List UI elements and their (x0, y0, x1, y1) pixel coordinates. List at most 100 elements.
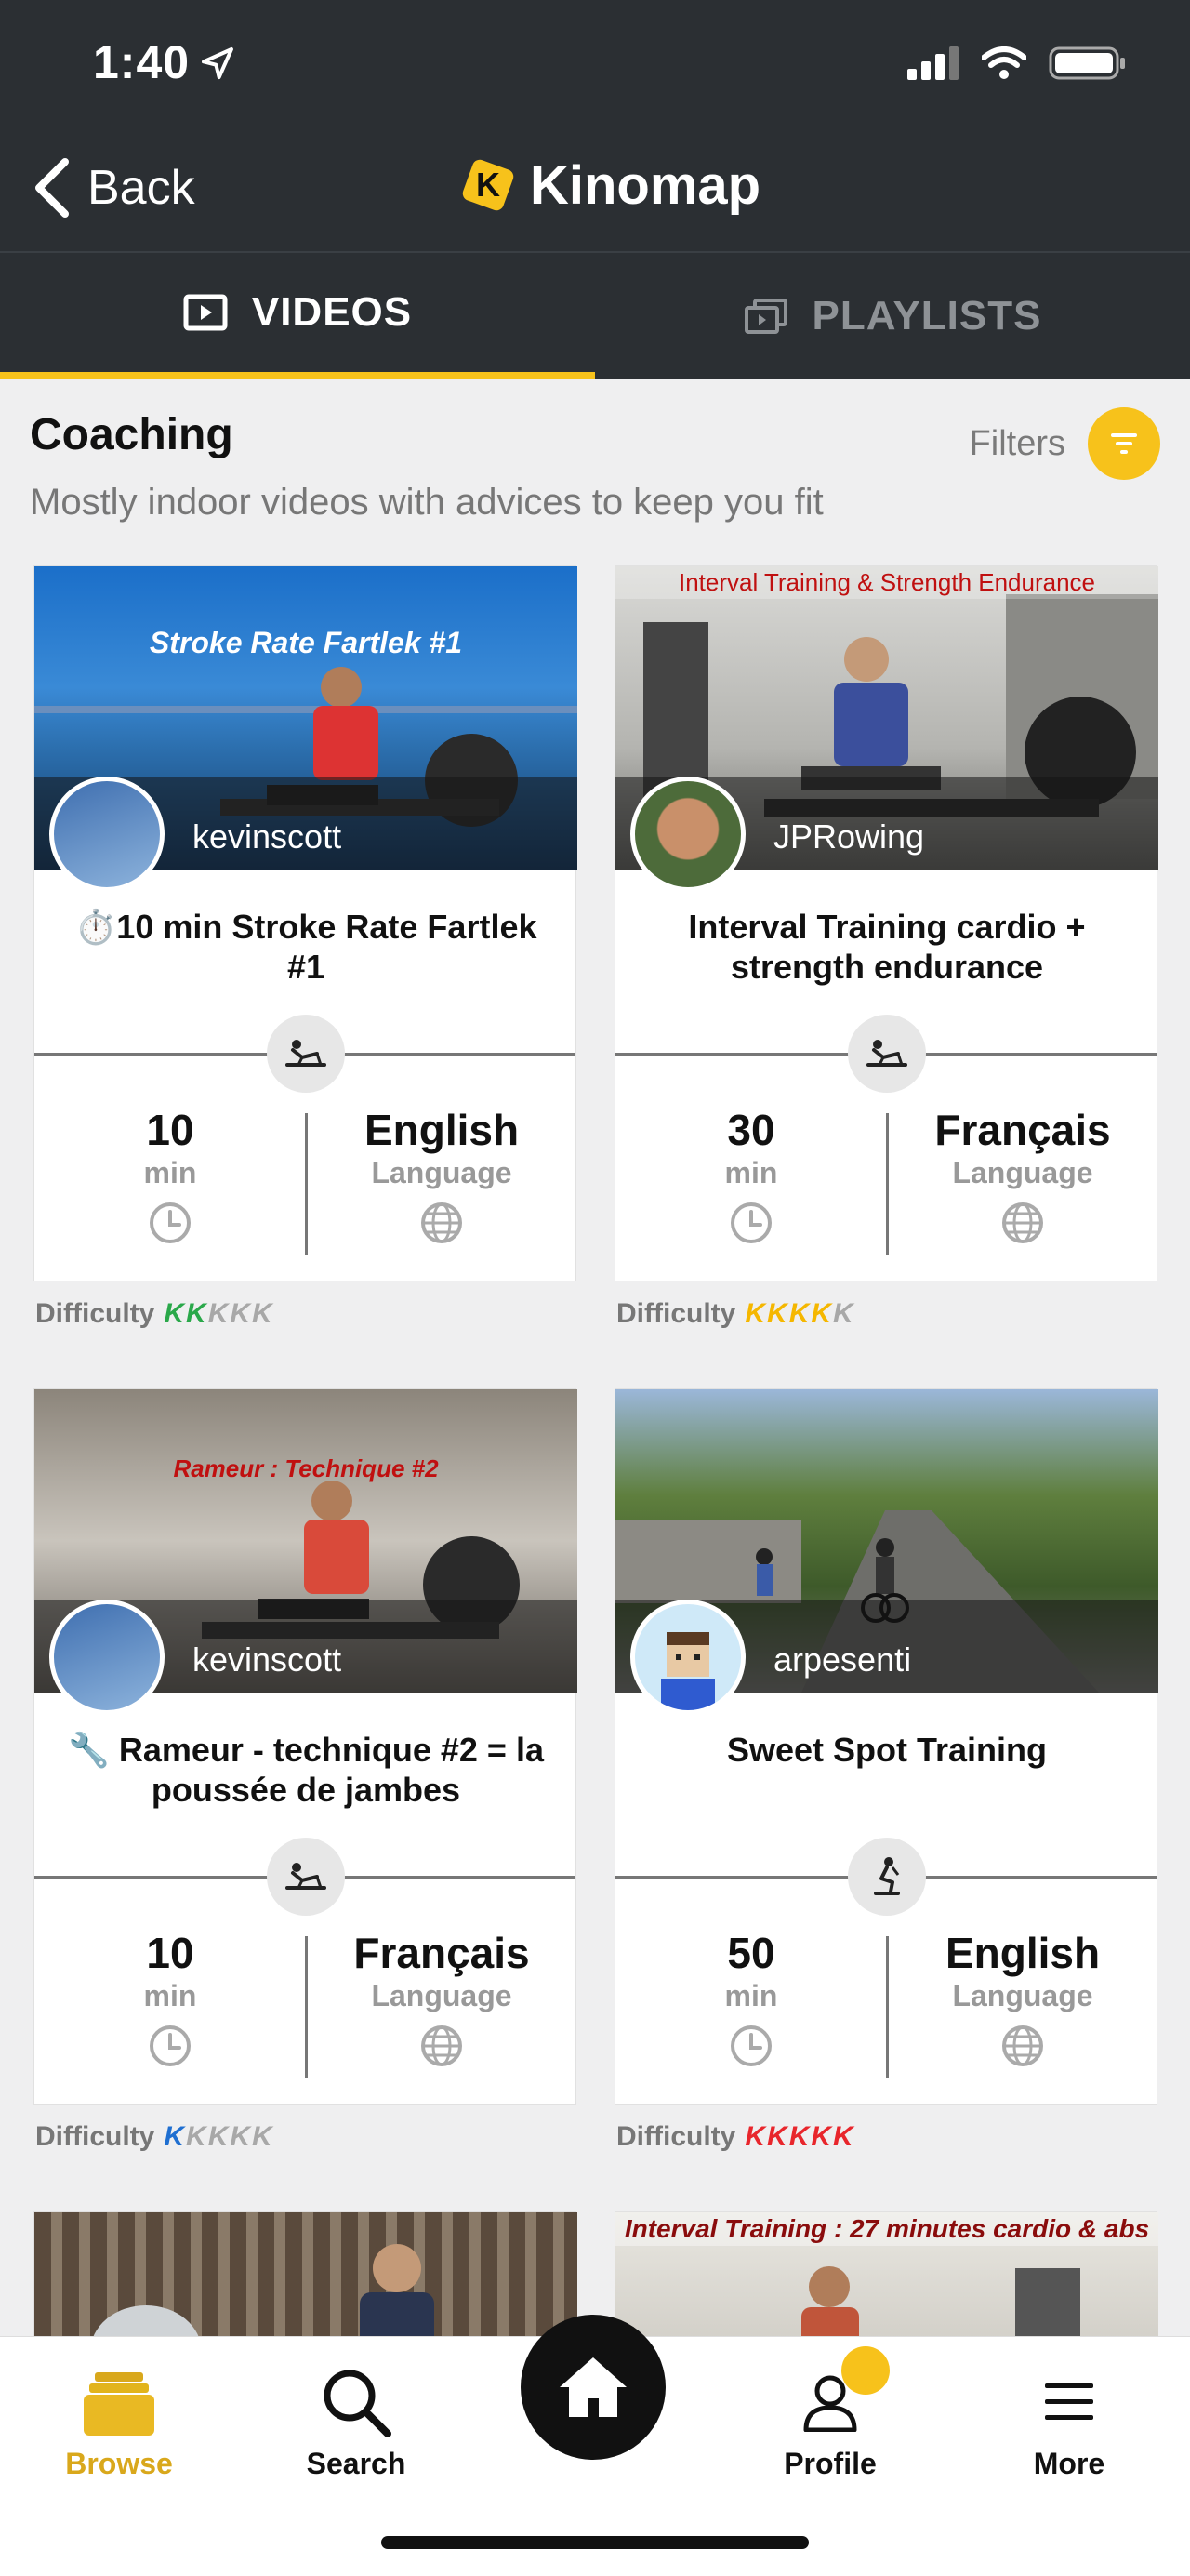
section-title: Coaching (30, 410, 233, 459)
difficulty-mark: K (767, 1298, 787, 1329)
difficulty-rating: Difficulty KKKKK (616, 2121, 853, 2153)
difficulty-mark: K (252, 1298, 272, 1329)
globe-icon (421, 1202, 462, 1243)
difficulty-label: Difficulty (616, 1298, 736, 1329)
duration-stat: 10 min (34, 1106, 306, 1250)
language-label: Language (371, 1156, 512, 1189)
kinomap-logo-icon: K (462, 159, 514, 211)
video-card[interactable]: arpesenti Sweet Spot Training 50 min Eng… (615, 1388, 1158, 2105)
pixel-avatar-image (661, 1632, 715, 1710)
difficulty-mark: K (164, 2121, 185, 2152)
difficulty-mark: K (745, 2121, 766, 2152)
clock-icon (731, 1202, 772, 1243)
language-label: Language (952, 1979, 1093, 2012)
tab-videos[interactable]: VIDEOS (0, 253, 595, 379)
nav-profile-label: Profile (784, 2447, 877, 2480)
nav-browse-label: Browse (65, 2447, 173, 2480)
nav-search-label: Search (306, 2447, 406, 2480)
menu-icon (1032, 2365, 1106, 2439)
difficulty-label: Difficulty (616, 2121, 736, 2152)
back-button[interactable]: Back (33, 158, 195, 218)
rowing-icon (848, 1015, 926, 1093)
tab-playlists[interactable]: PLAYLISTS (595, 253, 1190, 379)
search-icon (319, 2365, 393, 2439)
language-value: Français (934, 1106, 1111, 1154)
notification-badge (841, 2346, 890, 2395)
nav-more-label: More (1033, 2447, 1105, 2480)
nav-search[interactable]: Search (263, 2337, 449, 2481)
duration-value: 10 (146, 1106, 194, 1154)
duration-value: 50 (727, 1929, 775, 1977)
difficulty-mark: K (788, 1298, 810, 1329)
username[interactable]: JPRowing (774, 817, 924, 856)
duration-unit: min (724, 1979, 778, 2012)
avatar[interactable] (49, 777, 165, 892)
tab-videos-label: VIDEOS (251, 289, 413, 335)
tab-bar: VIDEOS PLAYLISTS (0, 253, 1190, 379)
home-button[interactable] (521, 2315, 666, 2460)
difficulty-mark: K (788, 2121, 810, 2152)
thumb-caption: Stroke Rate Fartlek #1 (149, 626, 463, 659)
nav-bar: Back K Kinomap (0, 130, 1190, 253)
duration-value: 10 (146, 1929, 194, 1977)
video-play-icon (183, 294, 228, 331)
difficulty-rating: Difficulty KKKKK (35, 2121, 272, 2153)
rowing-icon (267, 1015, 345, 1093)
difficulty-mark: K (833, 2121, 853, 2152)
card-title: ⏱️10 min Stroke Rate Fartlek #1 (74, 908, 537, 986)
language-value: Français (353, 1929, 530, 1977)
difficulty-mark: K (252, 2121, 272, 2152)
difficulty-mark: K (186, 2121, 206, 2152)
filters-label: Filters (969, 423, 1065, 463)
nav-browse[interactable]: Browse (26, 2337, 212, 2481)
difficulty-marks: KKKKK (745, 1298, 853, 1330)
nav-profile[interactable]: Profile (737, 2337, 923, 2481)
duration-stat: 30 min (615, 1106, 887, 1250)
language-value: English (945, 1929, 1101, 1977)
username[interactable]: kevinscott (192, 1640, 341, 1680)
browse-icon (82, 2365, 156, 2439)
language-value: English (364, 1106, 520, 1154)
duration-stat: 50 min (615, 1929, 887, 2073)
filter-button[interactable] (1088, 407, 1160, 480)
language-stat: Français Language (887, 1106, 1158, 1250)
video-card[interactable]: Rameur : Technique #2 kevinscott 🔧 Rameu… (33, 1388, 577, 2105)
difficulty-mark: K (207, 2121, 229, 2152)
globe-icon (1002, 1202, 1043, 1243)
language-label: Language (371, 1979, 512, 2012)
home-icon (560, 2357, 627, 2417)
location-arrow-icon (202, 47, 233, 79)
avatar[interactable] (49, 1600, 165, 1715)
language-stat: English Language (306, 1106, 577, 1250)
wifi-icon (982, 46, 1026, 79)
difficulty-marks: KKKKK (164, 2121, 271, 2153)
duration-stat: 10 min (34, 1929, 306, 2073)
language-stat: Français Language (306, 1929, 577, 2073)
clock-icon (731, 2025, 772, 2066)
username[interactable]: kevinscott (192, 817, 341, 856)
video-card[interactable]: Stroke Rate Fartlek #1 kevinscott ⏱️10 m… (33, 565, 577, 1281)
language-label: Language (952, 1156, 1093, 1189)
battery-icon (1049, 46, 1125, 80)
avatar[interactable] (630, 1600, 746, 1715)
logo-text: Kinomap (530, 154, 761, 216)
nav-more[interactable]: More (976, 2337, 1162, 2481)
rowing-icon (267, 1838, 345, 1916)
globe-icon (1002, 2025, 1043, 2066)
playlist-icon (744, 299, 787, 334)
difficulty-mark: K (811, 2121, 832, 2152)
difficulty-mark: K (230, 2121, 251, 2152)
duration-unit: min (724, 1156, 778, 1189)
video-card[interactable]: Interval Training & Strength Endurance J… (615, 565, 1158, 1281)
card-title: Sweet Spot Training (726, 1731, 1048, 1769)
status-indicators (907, 45, 1127, 82)
difficulty-mark: K (207, 1298, 229, 1329)
thumb-caption: Interval Training & Strength Endurance (615, 566, 1158, 599)
back-label: Back (87, 161, 195, 215)
filters-control[interactable]: Filters (970, 407, 1160, 480)
status-bar: 1:40 (0, 0, 1190, 130)
username[interactable]: arpesenti (774, 1640, 911, 1680)
clock-icon (150, 1202, 191, 1243)
chevron-left-icon (35, 158, 69, 218)
avatar[interactable] (630, 777, 746, 892)
